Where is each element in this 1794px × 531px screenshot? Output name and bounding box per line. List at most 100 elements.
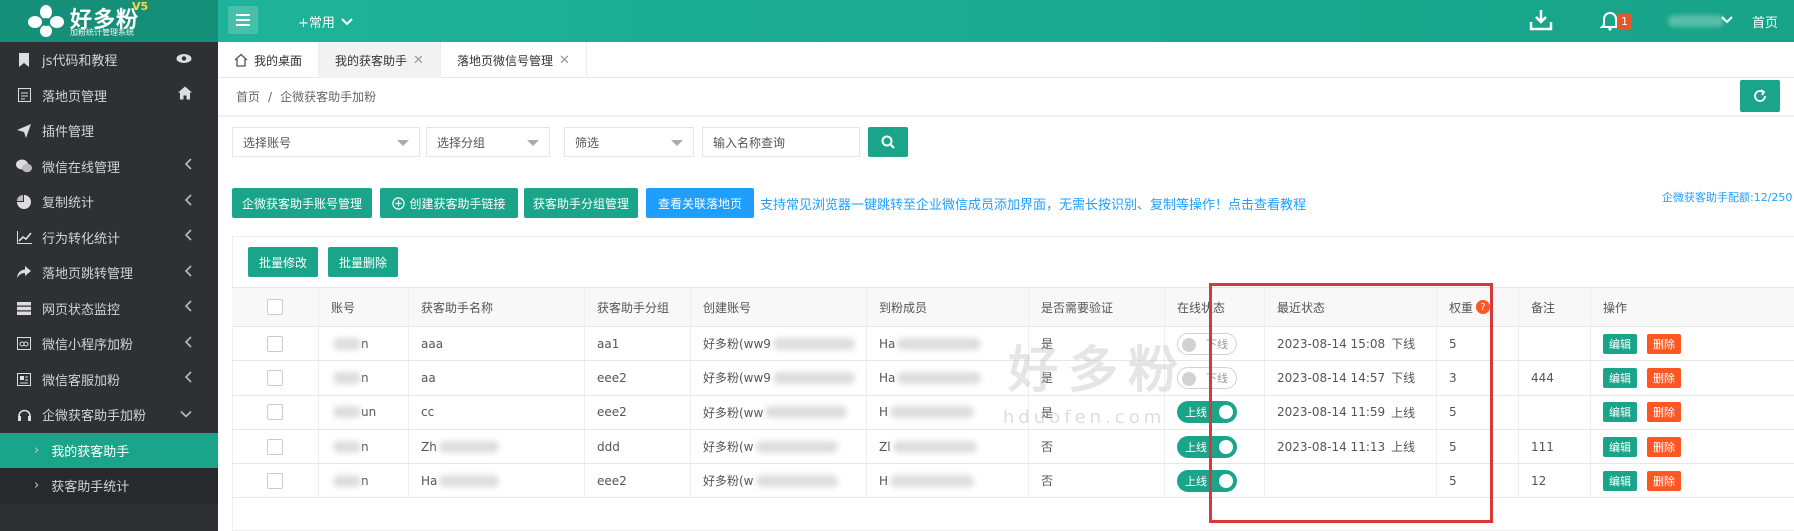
logo[interactable]: 好多粉 V5 加粉统计管理系统 <box>0 0 218 42</box>
edit-button[interactable]: 编辑 <box>1603 367 1637 388</box>
cell-text: Ha <box>879 370 896 385</box>
select-all-checkbox[interactable] <box>267 299 283 315</box>
recent-state: 上线 <box>1391 405 1416 420</box>
close-icon[interactable]: ✕ <box>413 53 424 68</box>
cell-verify: 否 <box>1028 464 1164 498</box>
filter-select[interactable]: 筛选 <box>564 127 694 157</box>
col-header: 最近状态 <box>1264 288 1436 326</box>
sidebar-subitem-assistant-stats[interactable]: › 获客助手统计 <box>0 468 218 504</box>
refresh-button[interactable] <box>1740 80 1780 112</box>
question-icon[interactable]: ? <box>1476 300 1491 314</box>
sidebar-item-copy-stats[interactable]: 复制统计 <box>0 184 218 220</box>
edit-button[interactable]: 编辑 <box>1603 333 1637 354</box>
page-icon <box>16 87 32 103</box>
cell-text: n <box>361 439 369 454</box>
common-menu[interactable]: +常用 <box>298 12 353 31</box>
sidebar-item-mini-program[interactable]: 微信小程序加粉 <box>0 326 218 362</box>
breadcrumb-home[interactable]: 首页 <box>236 88 260 105</box>
sidebar-item-js-code[interactable]: js代码和教程 <box>0 42 218 78</box>
row-checkbox[interactable] <box>267 404 283 421</box>
batch-edit-button[interactable]: 批量修改 <box>248 247 318 277</box>
cell-actions: 编辑 删除 <box>1590 429 1794 464</box>
search-button[interactable] <box>868 127 908 157</box>
cell-weight: 5 <box>1436 327 1518 361</box>
cell-weight: 5 <box>1436 464 1518 498</box>
sidebar-item-label: 落地页管理 <box>42 89 108 105</box>
view-pages-button[interactable]: 查看关联落地页 <box>646 188 754 218</box>
logo-icon <box>28 5 64 37</box>
sidebar-item-label: 获客助手统计 <box>51 480 130 496</box>
sidebar-subitem-my-assistant[interactable]: › 我的获客助手 <box>0 432 218 468</box>
sidebar-item-wechat-online[interactable]: 微信在线管理 <box>0 149 218 185</box>
account-manage-button[interactable]: 企微获客助手账号管理 <box>232 188 372 218</box>
create-link-button[interactable]: 创建获客助手链接 <box>380 188 518 218</box>
tab-bar: 我的桌面 我的获客助手 ✕ 落地页微信号管理 ✕ <box>218 42 1794 78</box>
group-manage-button[interactable]: 获客助手分组管理 <box>524 188 638 218</box>
sidebar-item-web-monitor[interactable]: 网页状态监控 <box>0 291 218 327</box>
cell-actions: 编辑 删除 <box>1590 327 1794 361</box>
sidebar-item-label: 行为转化统计 <box>42 231 121 247</box>
delete-button[interactable]: 删除 <box>1647 436 1681 457</box>
user-name-redacted[interactable] <box>1668 15 1724 27</box>
menu-toggle-button[interactable] <box>228 6 258 34</box>
row-checkbox[interactable] <box>267 335 283 352</box>
home-link[interactable]: 首页 <box>1752 12 1778 31</box>
toggle-knob <box>1219 473 1233 488</box>
redacted-block <box>439 474 500 487</box>
download-icon[interactable] <box>1528 8 1554 32</box>
cell-text: 5 <box>1449 336 1457 351</box>
row-checkbox[interactable] <box>267 369 283 386</box>
edit-button[interactable]: 编辑 <box>1603 436 1637 457</box>
home-icon[interactable] <box>178 86 192 104</box>
toggle-label: 上线 <box>1185 440 1207 454</box>
name-search-input[interactable]: 输入名称查询 <box>702 127 860 157</box>
cell-note: 444 <box>1518 361 1590 395</box>
sidebar-item-label: 微信在线管理 <box>42 160 121 176</box>
sidebar-item-conversion-stats[interactable]: 行为转化统计 <box>0 220 218 256</box>
eye-icon[interactable] <box>176 52 192 67</box>
redacted-block <box>897 371 982 384</box>
mini-program-icon <box>16 336 32 352</box>
delete-button[interactable]: 删除 <box>1647 367 1681 388</box>
sidebar-item-redirect[interactable]: 落地页跳转管理 <box>0 255 218 291</box>
row-checkbox[interactable] <box>267 472 283 489</box>
tab-landing-wechat[interactable]: 落地页微信号管理 ✕ <box>441 42 587 78</box>
cell-text: eee2 <box>597 405 627 420</box>
filter-select-placeholder: 筛选 <box>575 135 600 150</box>
batch-delete-button[interactable]: 批量删除 <box>328 247 398 277</box>
cell-recent-status <box>1264 464 1436 498</box>
edit-button[interactable]: 编辑 <box>1603 470 1637 491</box>
group-select[interactable]: 选择分组 <box>426 127 550 157</box>
breadcrumb-separator: / <box>268 89 273 104</box>
online-toggle[interactable]: 上线 <box>1177 469 1237 492</box>
button-label: 企微获客助手账号管理 <box>241 196 362 211</box>
col-header-label: 权重 <box>1449 300 1474 315</box>
cell-member: Zl <box>866 429 1028 464</box>
cell-recent-status: 2023-08-14 14:57 下线 <box>1264 361 1436 395</box>
online-toggle[interactable]: 上线 <box>1177 401 1237 424</box>
row-checkbox[interactable] <box>267 438 283 455</box>
sidebar-item-plugins[interactable]: 插件管理 <box>0 113 218 149</box>
edit-button[interactable]: 编辑 <box>1603 402 1637 423</box>
sidebar-item-customer-service[interactable]: 微信客服加粉 <box>0 362 218 398</box>
online-toggle[interactable]: 上线 <box>1177 435 1237 458</box>
cell-text: 否 <box>1041 440 1054 455</box>
tab-desktop[interactable]: 我的桌面 <box>218 42 320 78</box>
redacted-block <box>438 440 499 453</box>
delete-button[interactable]: 删除 <box>1647 402 1681 423</box>
tutorial-notice-link[interactable]: 支持常见浏览器一键跳转至企业微信成员添加界面，无需长按识别、复制等操作！点击查看… <box>760 194 1306 213</box>
tab-my-assistant[interactable]: 我的获客助手 ✕ <box>319 42 441 78</box>
sidebar-item-wecom-assistant[interactable]: 企微获客助手加粉 <box>0 397 218 433</box>
toggle-knob <box>1219 439 1233 454</box>
row-checkbox-cell <box>232 361 318 394</box>
account-select[interactable]: 选择账号 <box>232 127 420 157</box>
user-chevron-down-icon[interactable] <box>1720 12 1734 28</box>
group-select-placeholder: 选择分组 <box>437 135 486 150</box>
sidebar-item-landing-page[interactable]: 落地页管理 <box>0 78 218 114</box>
toggle-knob <box>1219 405 1233 420</box>
close-icon[interactable]: ✕ <box>559 53 570 68</box>
delete-button[interactable]: 删除 <box>1647 470 1681 491</box>
delete-button[interactable]: 删除 <box>1647 333 1681 354</box>
recent-state: 下线 <box>1391 337 1416 352</box>
cell-text: aa <box>421 370 436 385</box>
